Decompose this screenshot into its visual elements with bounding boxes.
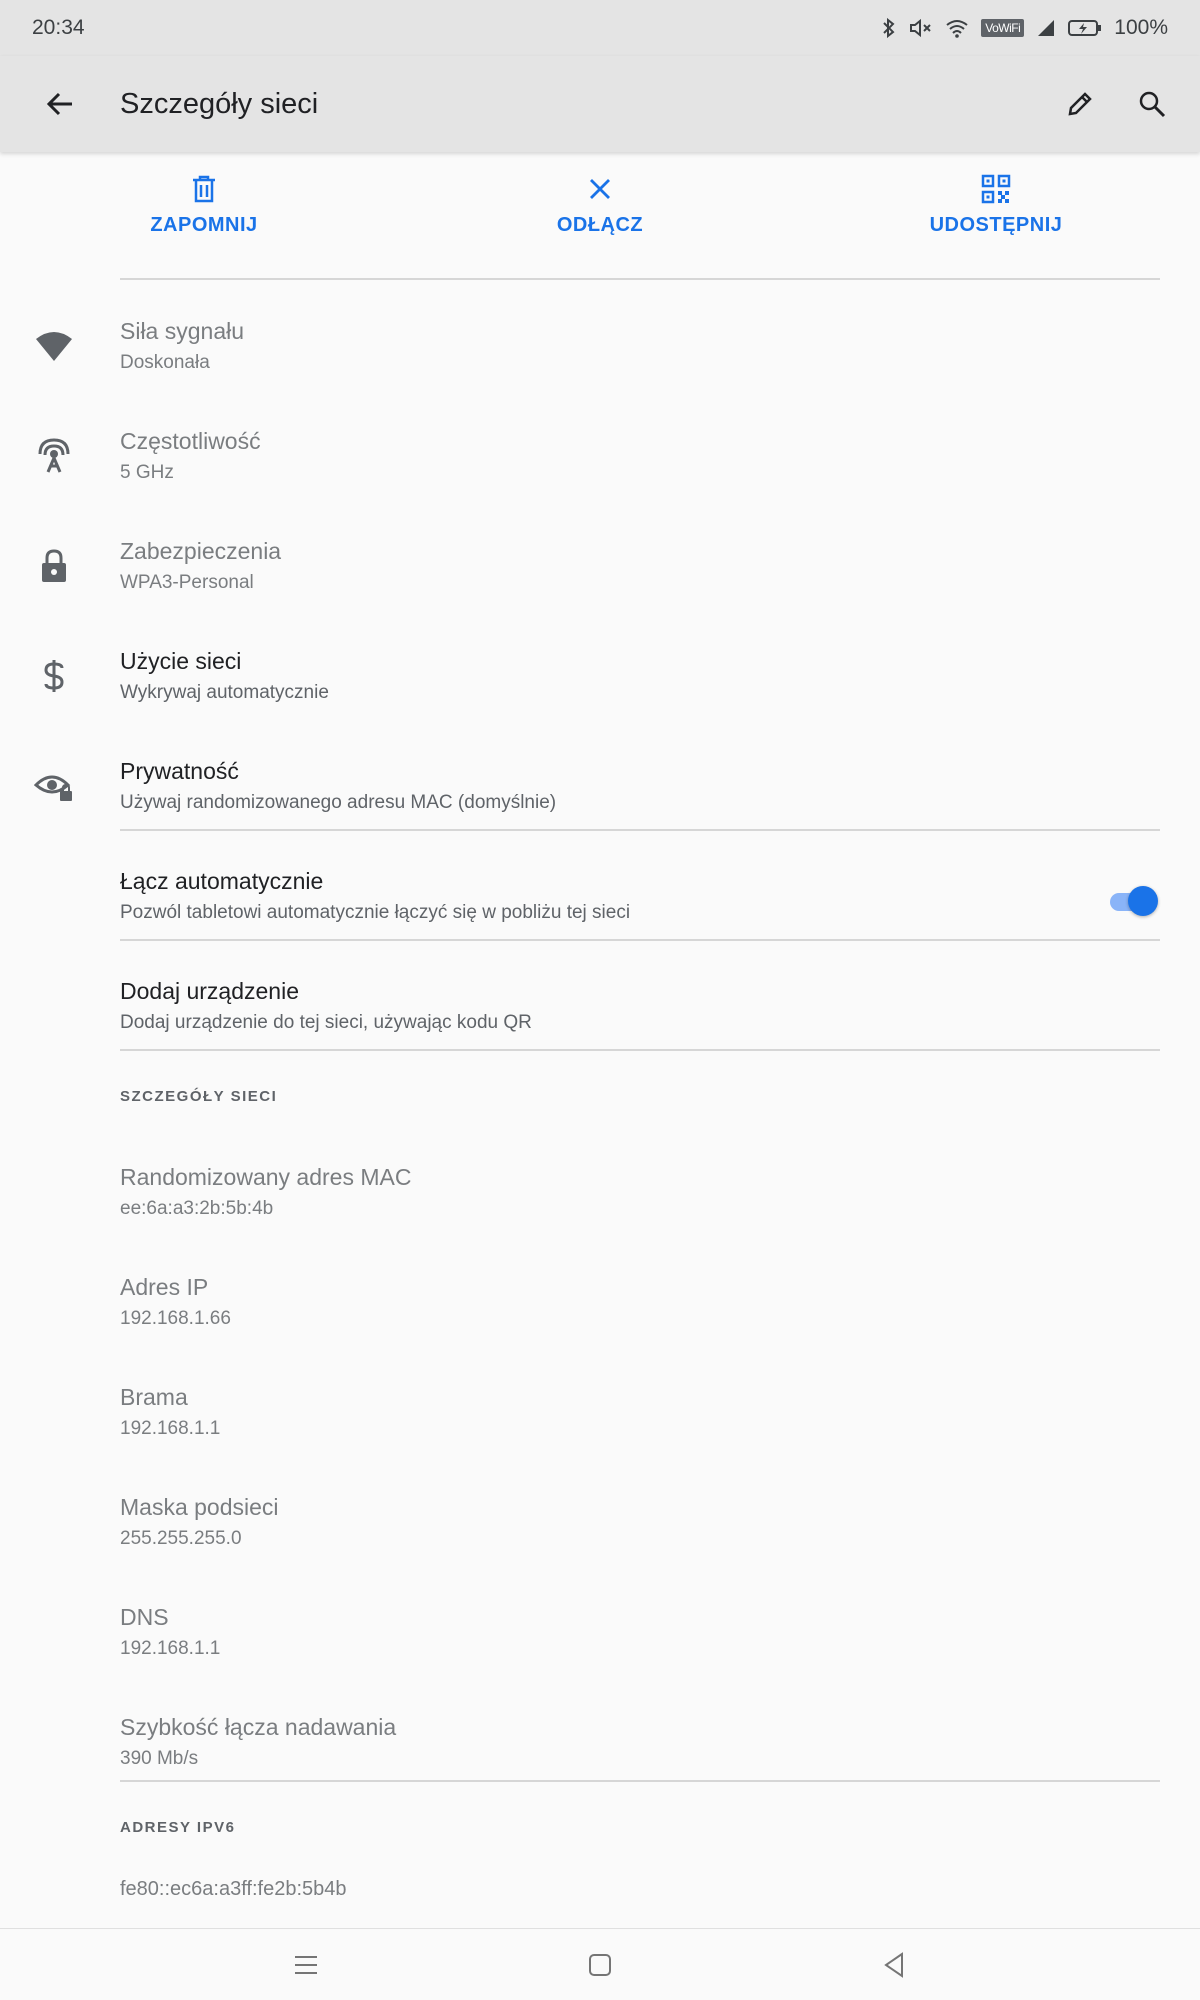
home-square-icon bbox=[589, 1954, 611, 1976]
share-label: UDOSTĘPNIJ bbox=[929, 214, 1063, 236]
network-actions: ZAPOMNIJ ODŁĄCZ UDOSTĘPNIJ bbox=[0, 152, 1200, 280]
wifi-status-icon bbox=[946, 20, 968, 38]
security-value: WPA3-Personal bbox=[120, 572, 254, 593]
ip-address-row: Adres IP 192.168.1.66 bbox=[0, 1252, 1200, 1362]
add-device-title: Dodaj urządzenie bbox=[120, 978, 300, 1004]
mac-address-value: ee:6a:a3:2b:5b:4b bbox=[120, 1198, 274, 1219]
bluetooth-icon bbox=[883, 17, 895, 39]
battery-charging-icon bbox=[1068, 20, 1102, 36]
network-usage-title: Użycie sieci bbox=[120, 648, 242, 674]
ipv6-address: fe80::ec6a:a3ff:fe2b:5b4b bbox=[120, 1878, 347, 1900]
security-title: Zabezpieczenia bbox=[120, 538, 282, 564]
auto-connect-toggle[interactable] bbox=[1106, 884, 1160, 918]
dns-value: 192.168.1.1 bbox=[120, 1638, 221, 1659]
signal-strength-value: Doskonała bbox=[120, 352, 210, 373]
search-icon bbox=[1139, 91, 1166, 118]
network-details-header: SZCZEGÓŁY SIECI bbox=[120, 1088, 278, 1105]
dns-row: DNS 192.168.1.1 bbox=[0, 1582, 1200, 1692]
disconnect-label: ODŁĄCZ bbox=[556, 214, 644, 236]
edit-button[interactable] bbox=[1044, 89, 1116, 119]
mute-icon bbox=[910, 18, 931, 38]
menu-button[interactable] bbox=[288, 1947, 324, 1983]
forget-button[interactable]: ZAPOMNIJ bbox=[84, 174, 324, 237]
add-device-subtitle: Dodaj urządzenie do tej sieci, używając … bbox=[120, 1012, 532, 1033]
mac-address-row: Randomizowany adres MAC ee:6a:a3:2b:5b:4… bbox=[0, 1142, 1200, 1252]
signal-strength-title: Siła sygnału bbox=[120, 318, 245, 344]
ipv6-header: ADRESY IPV6 bbox=[120, 1819, 236, 1836]
link-speed-title: Szybkość łącza nadawania bbox=[120, 1714, 397, 1740]
mac-address-title: Randomizowany adres MAC bbox=[120, 1164, 412, 1190]
subnet-mask-title: Maska podsieci bbox=[120, 1494, 279, 1520]
auto-connect-subtitle: Pozwól tabletowi automatycznie łączyć si… bbox=[120, 902, 631, 923]
home-button[interactable] bbox=[582, 1947, 618, 1983]
network-usage-value: Wykrywaj automatycznie bbox=[120, 682, 329, 703]
menu-icon bbox=[295, 1956, 317, 1974]
dollar-icon bbox=[32, 654, 76, 698]
status-time: 20:34 bbox=[32, 16, 85, 39]
divider bbox=[120, 278, 1160, 280]
qr-code-icon bbox=[981, 174, 1011, 204]
wifi-signal-icon bbox=[32, 324, 76, 368]
lock-icon bbox=[32, 544, 76, 588]
search-button[interactable] bbox=[1116, 89, 1188, 119]
ip-address-value: 192.168.1.66 bbox=[120, 1308, 231, 1329]
frequency-title: Częstotliwość bbox=[120, 428, 261, 454]
cellular-signal-icon bbox=[1038, 20, 1055, 36]
eye-lock-icon bbox=[32, 764, 76, 808]
page-title: Szczegóły sieci bbox=[120, 87, 319, 120]
app-bar: Szczegóły sieci bbox=[0, 56, 1200, 152]
subnet-mask-value: 255.255.255.0 bbox=[120, 1528, 242, 1549]
privacy-title: Prywatność bbox=[120, 758, 239, 784]
divider bbox=[120, 829, 1160, 831]
auto-connect-title: Łącz automatycznie bbox=[120, 868, 324, 894]
pencil-icon bbox=[1068, 92, 1092, 116]
gateway-value: 192.168.1.1 bbox=[120, 1418, 221, 1439]
vowifi-badge: VoWiFi bbox=[981, 19, 1025, 37]
link-speed-value: 390 Mb/s bbox=[120, 1748, 199, 1769]
navigation-bar bbox=[0, 1928, 1200, 2000]
status-icons: VoWiFi 100% bbox=[881, 16, 1168, 40]
share-button[interactable]: UDOSTĘPNIJ bbox=[876, 174, 1116, 237]
toggle-thumb bbox=[1128, 886, 1158, 916]
subnet-mask-row: Maska podsieci 255.255.255.0 bbox=[0, 1472, 1200, 1582]
close-icon bbox=[590, 179, 610, 199]
divider bbox=[120, 1049, 1160, 1051]
arrow-back-icon bbox=[46, 92, 72, 116]
trash-icon bbox=[193, 175, 215, 203]
network-usage-row[interactable]: Użycie sieci Wykrywaj automatycznie bbox=[0, 626, 1200, 736]
forget-label: ZAPOMNIJ bbox=[150, 214, 258, 236]
gateway-title: Brama bbox=[120, 1384, 188, 1410]
signal-strength-row: Siła sygnału Doskonała bbox=[0, 296, 1200, 406]
dns-title: DNS bbox=[120, 1604, 169, 1630]
frequency-row: Częstotliwość 5 GHz bbox=[0, 406, 1200, 516]
security-row: Zabezpieczenia WPA3-Personal bbox=[0, 516, 1200, 626]
disconnect-button[interactable]: ODŁĄCZ bbox=[480, 174, 720, 237]
divider bbox=[120, 1780, 1160, 1782]
antenna-icon bbox=[32, 434, 76, 478]
privacy-value: Używaj randomizowanego adresu MAC (domyś… bbox=[120, 792, 557, 813]
gateway-row: Brama 192.168.1.1 bbox=[0, 1362, 1200, 1472]
divider bbox=[120, 939, 1160, 941]
back-button[interactable] bbox=[0, 88, 120, 120]
link-speed-row: Szybkość łącza nadawania 390 Mb/s bbox=[0, 1692, 1200, 1802]
battery-percent: 100% bbox=[1114, 16, 1168, 39]
back-triangle-icon bbox=[884, 1952, 903, 1978]
back-nav-button[interactable] bbox=[876, 1947, 912, 1983]
frequency-value: 5 GHz bbox=[120, 462, 174, 483]
ip-address-title: Adres IP bbox=[120, 1274, 209, 1300]
status-bar: 20:34 VoWiFi 100% bbox=[0, 0, 1200, 56]
